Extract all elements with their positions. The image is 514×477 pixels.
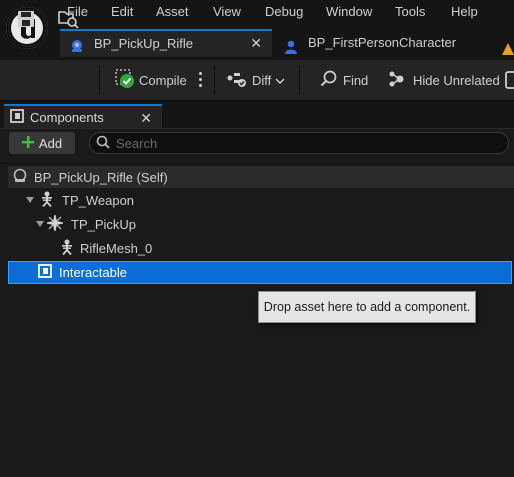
tree-row-tp-pickup[interactable]: TP_PickUp — [36, 213, 514, 235]
scene-component-icon — [46, 214, 64, 234]
menu-asset[interactable]: Asset — [156, 4, 189, 20]
tab-label: BP_PickUp_Rifle — [94, 36, 193, 51]
close-icon[interactable]: ✕ — [250, 31, 262, 55]
drop-hint-tooltip: Drop asset here to add a component. — [258, 291, 476, 323]
menu-window[interactable]: Window — [326, 4, 372, 20]
menu-view[interactable]: View — [213, 4, 241, 20]
components-icon — [10, 108, 24, 126]
menu-debug[interactable]: Debug — [265, 4, 303, 20]
add-label: Add — [38, 135, 63, 151]
tree-row-interactable[interactable]: Interactable — [8, 261, 512, 284]
menu-tools[interactable]: Tools — [395, 4, 425, 20]
diff-label: Diff — [252, 72, 272, 88]
diff-button[interactable]: Diff — [227, 68, 285, 92]
diff-icon — [227, 70, 247, 91]
expand-arrow-icon[interactable] — [26, 197, 34, 203]
tab-bp-pickup-rifle[interactable]: BP_PickUp_Rifle ✕ — [60, 29, 272, 57]
find-label: Find — [343, 72, 369, 88]
compile-button[interactable]: Compile — [115, 68, 187, 92]
tree-row-label: TP_PickUp — [71, 216, 137, 232]
browse-button[interactable] — [58, 8, 80, 32]
hide-unrelated-button[interactable]: Hide Unrelated — [388, 68, 500, 92]
toolbar-divider — [99, 65, 100, 95]
hide-unrelated-label: Hide Unrelated — [413, 72, 500, 88]
skeletal-mesh-icon — [60, 239, 74, 258]
browse-icon — [58, 9, 80, 32]
tab-label: BP_FirstPersonCharacter — [308, 35, 457, 50]
actor-icon — [12, 168, 28, 187]
blueprint-options-icon[interactable] — [505, 70, 514, 90]
toolbar-divider — [214, 65, 215, 95]
find-button[interactable]: Find — [320, 68, 368, 92]
hide-unrelated-icon — [388, 70, 408, 91]
chevron-down-icon — [275, 73, 285, 88]
tree-row-riflemesh[interactable]: RifleMesh_0 — [60, 237, 514, 259]
skeletal-mesh-icon — [40, 191, 54, 210]
save-button[interactable] — [17, 8, 35, 32]
menu-help[interactable]: Help — [451, 4, 478, 20]
close-icon[interactable]: ✕ — [140, 109, 152, 127]
menu-edit[interactable]: Edit — [111, 4, 133, 20]
toolbar-divider — [299, 65, 300, 95]
tree-row-tp-weapon[interactable]: TP_Weapon — [26, 189, 514, 211]
compile-label: Compile — [139, 72, 187, 88]
plus-icon — [21, 135, 34, 151]
find-icon — [320, 70, 338, 91]
search-input[interactable] — [116, 135, 496, 151]
tree-row-label: Interactable — [59, 265, 127, 280]
expand-arrow-icon[interactable] — [36, 221, 44, 227]
search-box[interactable] — [89, 132, 509, 154]
character-icon — [284, 36, 298, 54]
search-icon — [96, 135, 110, 152]
add-component-button[interactable]: Add — [9, 132, 75, 154]
blueprint-actor-icon — [70, 37, 84, 52]
divider — [0, 163, 514, 164]
tab-bp-first-person-character[interactable]: BP_FirstPersonCharacter — [274, 29, 514, 57]
tree-row-label: BP_PickUp_Rifle (Self) — [34, 169, 168, 185]
tree-row-self[interactable]: BP_PickUp_Rifle (Self) — [8, 166, 514, 188]
tree-row-label: TP_Weapon — [62, 192, 135, 208]
compile-options-icon[interactable] — [198, 72, 202, 88]
components-title: Components — [30, 109, 104, 125]
compile-icon — [115, 68, 135, 92]
actor-component-icon — [38, 264, 52, 281]
tab-components[interactable]: Components ✕ — [4, 104, 162, 128]
save-icon — [17, 10, 35, 31]
tree-row-label: RifleMesh_0 — [80, 240, 153, 256]
